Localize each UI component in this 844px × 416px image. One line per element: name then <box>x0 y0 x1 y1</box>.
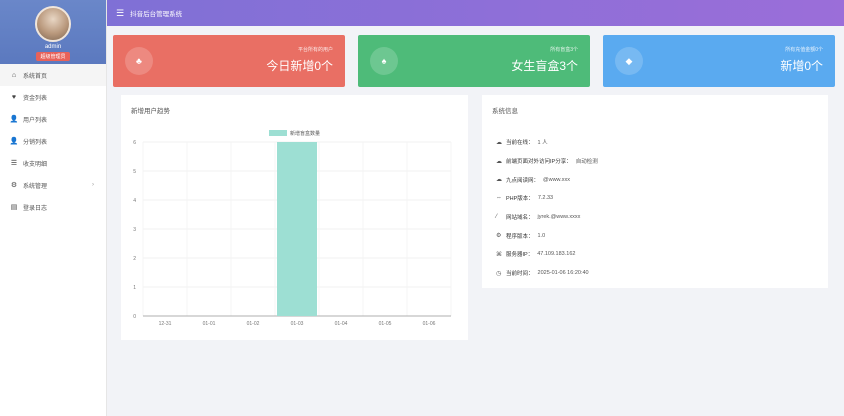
stat-card-value: 女生盲盒3个 <box>511 59 578 73</box>
x-tick-label: 01-04 <box>335 321 348 327</box>
bar-chart: 0 1 2 3 4 5 6 12-31 01-01 01-02 01-03 01-04 01-05 01-… <box>133 130 452 327</box>
document-icon: ▤ <box>10 204 18 211</box>
username: admin <box>44 44 62 50</box>
topbar: ☰ 抖音后台管理系统 <box>107 0 844 26</box>
info-value: 自动检测 <box>575 159 598 166</box>
avatar[interactable] <box>35 6 71 42</box>
x-tick-label: 01-01 <box>203 321 216 327</box>
y-tick-label: 3 <box>133 227 136 233</box>
x-tick-label: 01-05 <box>379 321 392 327</box>
info-row: ⌘ 服务器IP： 47.109.183.162 <box>496 245 598 264</box>
person-icon: 👤 <box>9 138 19 145</box>
users-icon: ♠ <box>370 47 398 75</box>
user-icon: 👤 <box>9 116 19 123</box>
system-info-title: 系统信息 <box>492 108 518 115</box>
role-badge: 超级管理员 <box>36 52 70 61</box>
stat-card-value: 今日新增0个 <box>266 59 333 73</box>
stat-card-value: 新增0个 <box>780 59 823 73</box>
info-row: ☁ 前端页面对外访问IP分享： 自动检测 <box>496 152 598 171</box>
info-value: 1.0 <box>537 232 546 239</box>
chart-panel: 新增用户趋势 0 1 2 3 4 5 6 12-31 01-01 01-02 01-03 01-04 0… <box>121 95 468 340</box>
cloud-icon: ☁ <box>496 158 502 165</box>
sidebar-menu: ⌂ 系统首页 ♥ 资金列表 👤 用户列表 👤 分销列表 ☰ 收支明细 ⚙ 系统管理 › ▤ 登录日志 <box>0 64 106 218</box>
bar <box>277 142 317 316</box>
system-title: 抖音后台管理系统 <box>130 11 183 18</box>
stat-card-users: ♣ 平台所有的用户 今日新增0个 <box>113 35 345 87</box>
sidebar-item-label: 收支明细 <box>23 161 48 168</box>
clock-icon: ◷ <box>496 270 502 277</box>
info-row: ☁ 当前在线： 1 人 <box>496 133 598 152</box>
y-tick-label: 6 <box>133 140 136 146</box>
info-row: ⚙ 程序版本： 1.0 <box>496 226 598 245</box>
legend-swatch <box>269 130 287 136</box>
link-icon: ⁄ <box>496 214 498 221</box>
info-value: 1 人 <box>537 140 548 147</box>
info-key: 当前时间： <box>506 271 534 278</box>
x-tick-label: 01-03 <box>291 321 304 327</box>
sidebar-item[interactable]: ♥ 资金列表 <box>0 86 106 108</box>
sidebar-item[interactable]: 👤 分销列表 <box>0 130 106 152</box>
stat-card-subtitle: 所有充值金额0个 <box>785 47 823 53</box>
chevron-right-icon: › <box>92 182 94 188</box>
home-icon: ⌂ <box>11 71 17 79</box>
server-icon: ⌘ <box>496 251 502 258</box>
sidebar-item[interactable]: ⌂ 系统首页 <box>0 64 106 86</box>
code-icon: ⇔ <box>496 195 502 202</box>
sidebar-item-label: 系统管理 <box>23 183 48 190</box>
y-tick-label: 2 <box>133 256 136 262</box>
y-tick-label: 4 <box>133 198 136 204</box>
database-icon: ☰ <box>10 160 18 167</box>
info-key: 前端页面对外访问IP分享： <box>506 159 572 166</box>
diamond-icon: ◆ <box>615 47 643 75</box>
info-value: @www.xxx <box>543 176 570 183</box>
info-key: 当前在线： <box>506 140 534 147</box>
sidebar-item-label: 系统首页 <box>23 73 48 80</box>
info-key: 服务器IP： <box>506 252 534 259</box>
system-info-panel: 系统信息 ☁ 当前在线： 1 人 ☁ 前端页面对外访问IP分享： 自动检测 ☁ 九点阅读网： @… <box>482 95 828 288</box>
sidebar-item[interactable]: ☰ 收支明细 <box>0 152 106 174</box>
sidebar-item[interactable]: 👤 用户列表 <box>0 108 106 130</box>
y-tick-label: 5 <box>133 169 136 175</box>
y-tick-label: 1 <box>133 285 136 291</box>
info-row: ◷ 当前时间： 2025-01-06 16:20:40 <box>496 264 598 283</box>
profile-header: admin 超级管理员 <box>0 0 106 64</box>
sidebar-item-label: 资金列表 <box>23 95 48 102</box>
cloud-icon: ☁ <box>496 139 502 146</box>
stat-card-subtitle: 平台所有的用户 <box>297 47 333 53</box>
sidebar-item-label: 分销列表 <box>23 139 48 146</box>
x-tick-label: 12-31 <box>159 321 172 327</box>
info-key: 网站域名： <box>506 215 534 222</box>
legend-label: 新增盲盒数量 <box>290 130 320 137</box>
stat-card-recharge: ◆ 所有充值金额0个 新增0个 <box>603 35 835 87</box>
sidebar: admin 超级管理员 ⌂ 系统首页 ♥ 资金列表 👤 用户列表 👤 分销列表 ☰ 收支明细 ⚙ 系统… <box>0 0 107 416</box>
info-value: 47.109.183.162 <box>537 251 576 258</box>
info-value: 7.2.33 <box>537 195 554 202</box>
system-info-list: ☁ 当前在线： 1 人 ☁ 前端页面对外访问IP分享： 自动检测 ☁ 九点阅读网： @www.x… <box>496 133 598 283</box>
sidebar-item[interactable]: ▤ 登录日志 <box>0 196 106 218</box>
gear-icon: ⚙ <box>496 233 502 240</box>
user-add-icon: ♣ <box>125 47 153 75</box>
stat-card-subtitle: 所有盲盒3个 <box>550 47 578 53</box>
settings-icon: ⚙ <box>10 182 18 189</box>
info-row: ☁ 九点阅读网： @www.xxx <box>496 170 598 189</box>
info-value: 2025-01-06 16:20:40 <box>537 270 589 277</box>
info-key: 九点阅读网： <box>506 177 540 184</box>
info-key: 程序版本： <box>506 233 534 240</box>
sidebar-item-label: 用户列表 <box>23 117 48 124</box>
info-row: ⁄ 网站域名： jyrek.@www.xxxx <box>496 208 598 227</box>
info-key: PHP版本： <box>506 196 534 203</box>
heart-icon: ♥ <box>11 93 17 101</box>
x-tick-label: 01-02 <box>247 321 260 327</box>
sidebar-item-label: 登录日志 <box>23 205 48 212</box>
sidebar-item[interactable]: ⚙ 系统管理 › <box>0 174 106 196</box>
y-tick-label: 0 <box>133 314 136 320</box>
info-row: ⇔ PHP版本： 7.2.33 <box>496 189 598 208</box>
stat-card-boxes: ♠ 所有盲盒3个 女生盲盒3个 <box>358 35 590 87</box>
x-tick-label: 01-06 <box>423 321 436 327</box>
info-value: jyrek.@www.xxxx <box>537 214 581 221</box>
cloud-icon: ☁ <box>496 177 502 184</box>
hamburger-menu-icon[interactable]: ☰ <box>116 8 124 19</box>
